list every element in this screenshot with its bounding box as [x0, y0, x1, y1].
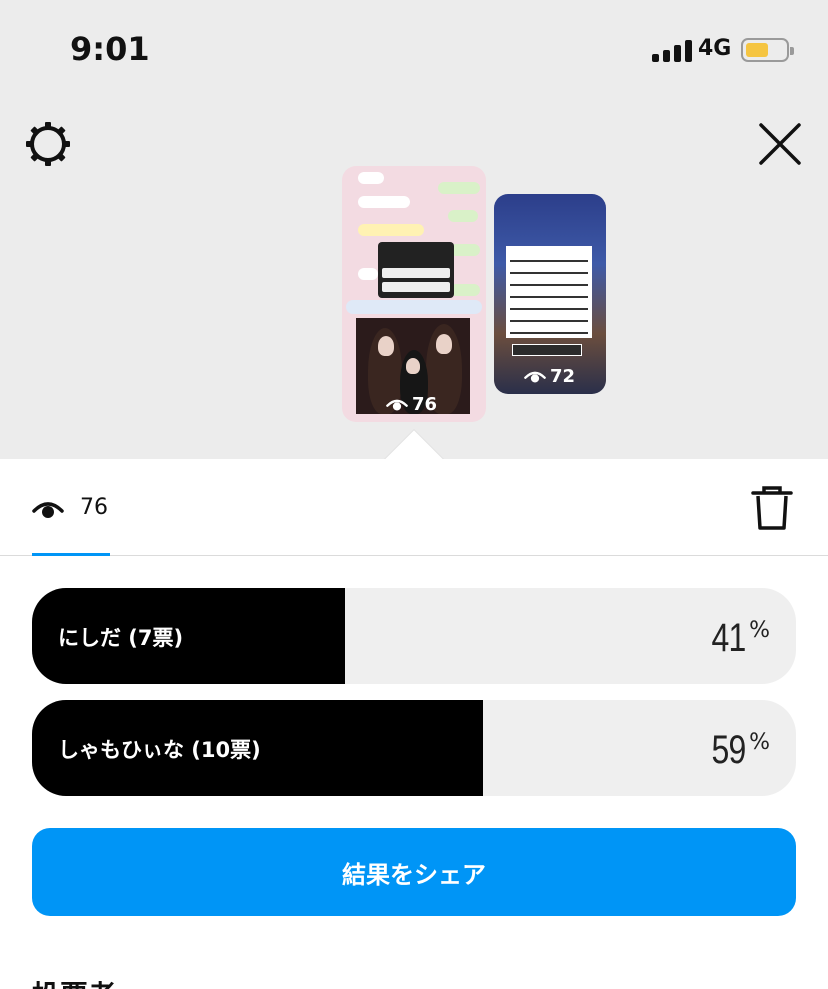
chat-bubble	[358, 268, 378, 280]
trash-icon[interactable]	[750, 484, 794, 532]
eye-icon[interactable]	[32, 497, 64, 523]
poll-option-label: にしだ (7票)	[58, 626, 184, 650]
chat-bubble	[450, 244, 480, 256]
status-time: 9:01	[70, 30, 150, 68]
poll-sticker	[378, 242, 454, 298]
network-type: 4G	[698, 36, 732, 61]
message-input	[346, 300, 482, 314]
share-results-button[interactable]: 結果をシェア	[32, 828, 796, 916]
story-view-count: 76	[386, 394, 437, 415]
settings-gear-icon[interactable]	[24, 120, 72, 168]
eye-icon	[524, 371, 546, 382]
poll-option-label: しゃもひぃな (10票)	[58, 738, 261, 762]
viewer-tab-bar: 76	[0, 459, 828, 556]
chat-bubble	[448, 210, 478, 222]
face	[378, 336, 394, 356]
story-thumbnail[interactable]: 72	[494, 194, 606, 394]
face	[406, 358, 420, 374]
poll-option: にしだ (7票) 41%	[32, 588, 796, 684]
eye-icon	[386, 399, 408, 410]
face	[436, 334, 452, 354]
close-icon[interactable]	[757, 121, 803, 167]
chat-bubble	[438, 182, 480, 194]
chat-bubble	[358, 172, 384, 184]
story-view-count: 72	[524, 366, 575, 387]
chat-bubble	[358, 224, 424, 236]
poll-option-percent: 59%	[711, 728, 770, 772]
voters-heading: 投票者	[32, 974, 116, 989]
battery-icon	[741, 38, 794, 62]
poll-option-percent: 41%	[711, 616, 770, 660]
story-views: 76	[412, 394, 438, 415]
story-thumbnail-selected[interactable]: 76	[342, 166, 486, 422]
story-views: 72	[550, 366, 576, 387]
signal-icon	[652, 38, 692, 62]
schedule-card	[506, 246, 592, 338]
active-tab-indicator	[32, 553, 110, 556]
poll-option: しゃもひぃな (10票) 59%	[32, 700, 796, 796]
mention-tag	[512, 344, 582, 356]
chat-bubble	[358, 196, 410, 208]
viewer-count[interactable]: 76	[80, 495, 108, 520]
chat-bubble	[450, 284, 480, 296]
